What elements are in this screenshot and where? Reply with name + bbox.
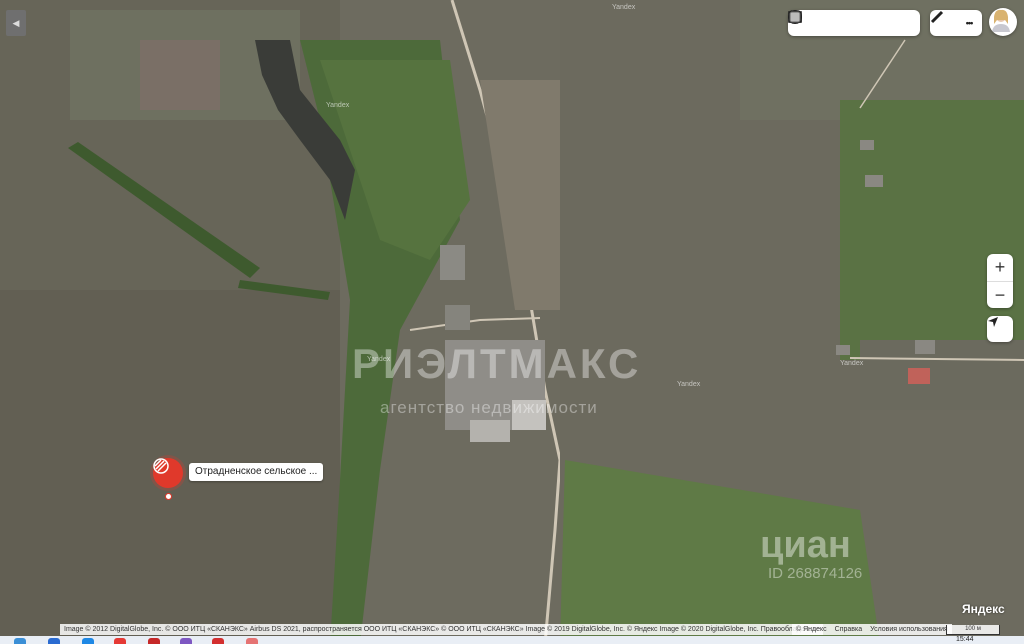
zoom-control: + − — [987, 254, 1013, 308]
zoom-out-button[interactable]: − — [987, 280, 1013, 309]
map-links: © Яндекс Справка Условия использования — [792, 624, 952, 635]
taskbar-clock: 15:44 — [956, 636, 974, 643]
taskbar-app-icon[interactable] — [180, 638, 192, 644]
hatch-icon — [153, 458, 169, 474]
tools-toolbar: ••• — [930, 10, 982, 36]
taskbar-app-icon[interactable] — [82, 638, 94, 644]
scale-bar: 100 м — [946, 625, 1000, 635]
road-label: Yandex — [612, 4, 636, 11]
taskbar-app-icon[interactable] — [246, 638, 258, 644]
road-label: Yandex — [840, 360, 864, 367]
chevron-left-icon: ◀ — [12, 17, 20, 28]
road-label: Yandex — [326, 102, 350, 109]
more-button[interactable]: ••• — [960, 14, 978, 32]
ruler-icon[interactable] — [930, 10, 952, 32]
map-imagery — [0, 0, 1024, 644]
taskbar-app-icon[interactable] — [212, 638, 224, 644]
taskbar-app-icon[interactable] — [48, 638, 60, 644]
cian-listing-id: ID 268874126 — [768, 565, 863, 582]
zoom-in-button[interactable]: + — [987, 254, 1013, 281]
location-marker[interactable] — [153, 458, 183, 488]
map-toolbar — [788, 10, 920, 36]
collapse-panel-button[interactable]: ◀ — [6, 10, 26, 36]
panorama-icon[interactable] — [788, 11, 838, 32]
watermark-logo: РИЭЛТМАКС — [352, 340, 642, 387]
traffic-icon[interactable] — [789, 11, 913, 32]
taskbar-app-icon[interactable] — [114, 638, 126, 644]
yandex-link[interactable]: © Яндекс — [796, 624, 827, 635]
transport-icon[interactable] — [789, 10, 888, 32]
marker-label[interactable]: Отрадненское сельское ... — [189, 463, 324, 481]
cian-watermark: циан — [760, 524, 851, 566]
watermark-subtitle: агентство недвижимости — [380, 398, 598, 417]
avatar-icon — [992, 9, 1010, 32]
navigation-arrow-icon — [988, 317, 998, 327]
help-link[interactable]: Справка — [835, 624, 862, 635]
user-avatar[interactable] — [989, 8, 1017, 36]
satellite-map[interactable]: ◀ Yandex Yandex Yandex Yandex Yandex РИЭ… — [0, 0, 1024, 644]
camera-icon[interactable] — [788, 12, 863, 32]
terms-link[interactable]: Условия использования — [870, 624, 948, 635]
yandex-logo: Яндекс — [962, 602, 1005, 616]
marker-point — [165, 493, 172, 500]
taskbar-app-icon[interactable] — [14, 638, 26, 644]
road-label: Yandex — [677, 381, 701, 388]
taskbar-app-icon[interactable] — [148, 638, 160, 644]
copyright-text: Image © 2012 DigitalGlobe, Inc. © ООО ИТ… — [60, 624, 824, 635]
locate-me-button[interactable] — [987, 316, 1013, 342]
